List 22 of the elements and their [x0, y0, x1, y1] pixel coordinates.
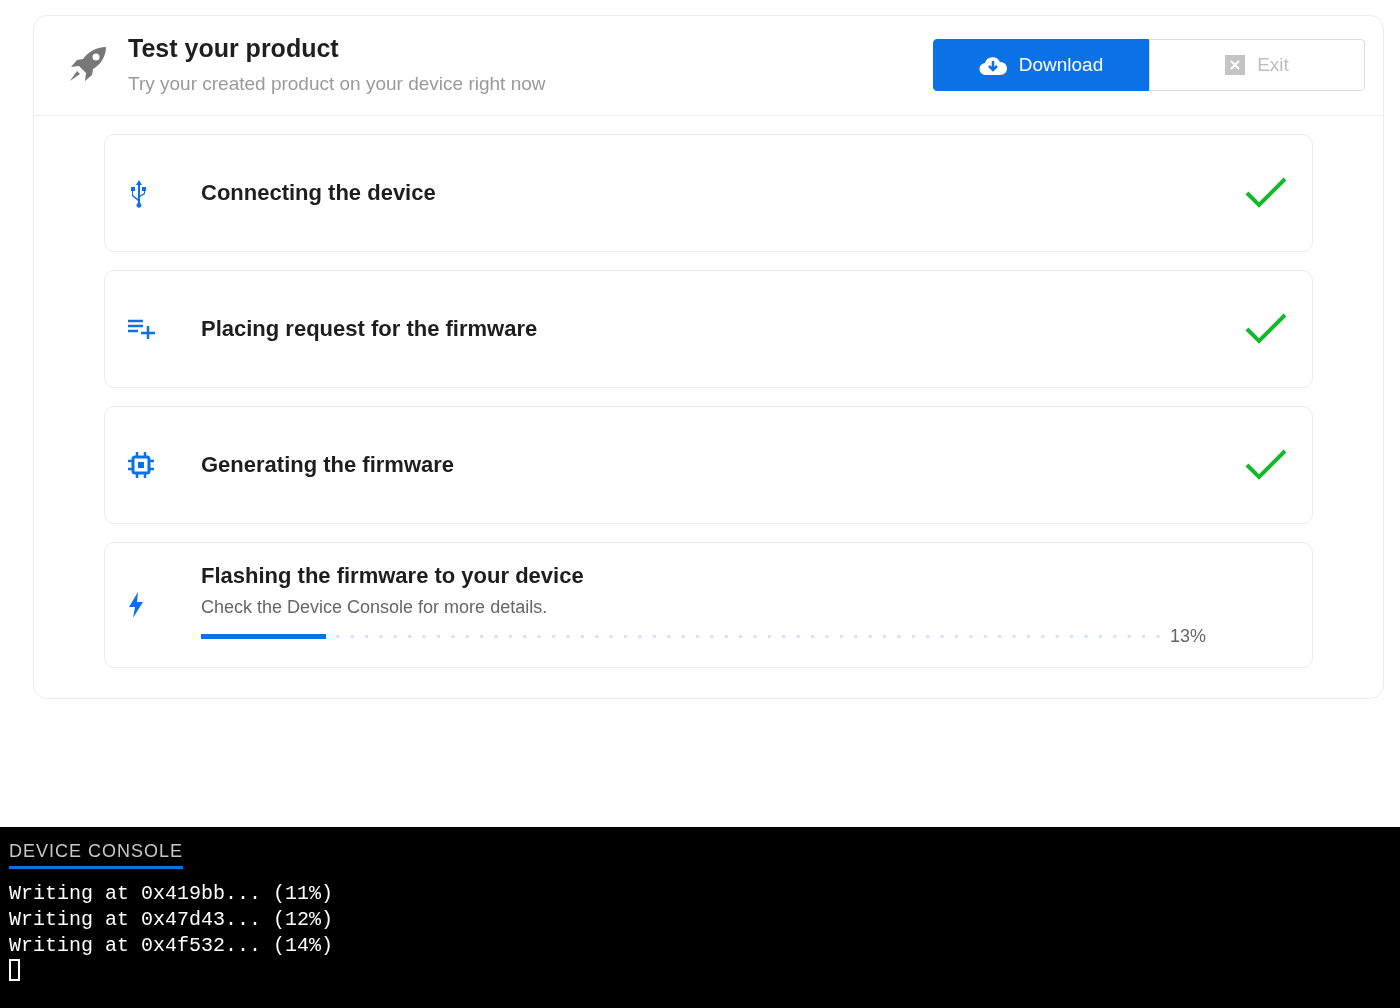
download-button[interactable]: Download	[933, 38, 1149, 91]
step-title: Flashing the firmware to your device	[201, 563, 585, 589]
checkmark-icon	[1244, 448, 1288, 482]
progress-percent: 13%	[1169, 626, 1206, 647]
console-line: Writing at 0x4f532... (14%)	[9, 933, 335, 959]
step-title: Placing request for the firmware	[201, 316, 539, 342]
cloud-download-icon	[978, 54, 1007, 75]
page-subtitle: Try your created product on your device right now	[128, 73, 547, 95]
checkmark-icon	[1244, 312, 1288, 346]
checkmark-icon	[1244, 176, 1288, 210]
console-line: Writing at 0x47d43... (12%)	[9, 907, 335, 933]
step-title: Generating the firmware	[201, 452, 456, 478]
step-title: Connecting the device	[201, 180, 437, 206]
close-icon	[1225, 54, 1246, 75]
add-to-list-icon	[127, 318, 157, 340]
chip-icon	[127, 451, 155, 479]
rocket-icon	[68, 45, 108, 84]
console-tab[interactable]: DEVICE CONSOLE	[9, 841, 184, 869]
lightning-icon	[127, 591, 145, 619]
console-line: Writing at 0x419bb... (11%)	[9, 881, 335, 907]
page-title: Test your product	[128, 34, 340, 63]
step-description: Check the Device Console for more details.	[201, 597, 549, 618]
